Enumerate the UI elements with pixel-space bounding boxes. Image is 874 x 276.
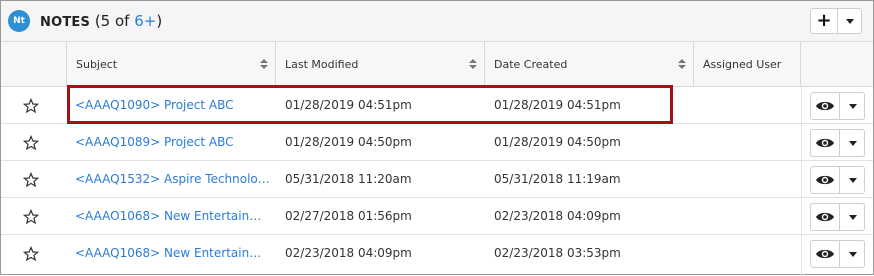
column-date-created-label: Date Created [494,58,568,71]
sort-icon[interactable] [260,59,268,71]
star-outline-icon[interactable] [23,246,39,262]
row-menu-button[interactable] [840,93,865,119]
row-action-group [810,203,865,231]
eye-icon[interactable] [815,210,835,224]
caret-down-icon [846,19,854,24]
caret-down-icon [848,141,857,146]
star-outline-icon[interactable] [23,98,39,114]
row-menu-button[interactable] [840,130,865,156]
subject-link[interactable]: <AAAQ1068> New Entertainmen... [75,235,270,272]
column-last-modified[interactable]: Last Modified [276,42,485,87]
eye-icon[interactable] [815,173,835,187]
column-date-created[interactable]: Date Created [485,42,694,87]
panel-header: Nt NOTES (5 of 6+) + [1,1,873,42]
last-modified-cell: 01/28/2019 04:50pm [285,135,412,149]
row-highlight-box [67,85,673,124]
eye-icon[interactable] [815,247,835,261]
subject-link[interactable]: <AAAQ1089> Project ABC [75,124,270,161]
panel-title: NOTES (5 of 6+) [40,12,162,30]
table-row: <AAAQ1532> Aspire Technologie... 05/31/2… [1,161,873,198]
row-action-group [810,166,865,194]
add-note-button[interactable]: + [811,9,837,33]
notes-panel: Nt NOTES (5 of 6+) + Subject Last Modifi… [0,0,874,276]
sort-icon[interactable] [469,59,477,71]
date-created-cell: 01/28/2019 04:50pm [494,135,621,149]
star-outline-icon[interactable] [23,209,39,225]
table-row: <AAAO1068> New Entertainmen... 02/27/201… [1,198,873,235]
date-created-cell: 02/23/2018 03:53pm [494,246,621,260]
row-menu-button[interactable] [840,204,865,230]
caret-down-icon [848,252,857,257]
eye-icon[interactable] [815,99,835,113]
row-menu-button[interactable] [840,241,865,267]
last-modified-cell: 05/31/2018 11:20am [285,172,412,186]
caret-down-icon [848,104,857,109]
table-row: <AAAQ1089> Project ABC 01/28/2019 04:50p… [1,124,873,161]
date-created-cell: 02/23/2018 04:09pm [494,209,621,223]
last-modified-cell: 02/23/2018 04:09pm [285,246,412,260]
header-button-group: + [810,8,862,34]
record-count-prefix: (5 of [90,12,135,30]
subject-link[interactable]: <AAAQ1532> Aspire Technologie... [75,161,270,198]
header-menu-button[interactable] [838,9,862,33]
row-menu-button[interactable] [840,167,865,193]
column-assigned-user[interactable]: Assigned User [694,42,801,87]
column-subject[interactable]: Subject [67,42,276,87]
table-row: <AAAQ1068> New Entertainmen... 02/23/201… [1,235,873,272]
last-modified-cell: 02/27/2018 01:56pm [285,209,412,223]
row-action-group [810,240,865,268]
table-header: Subject Last Modified Date Created Assig… [1,42,873,87]
caret-down-icon [848,215,857,220]
column-subject-label: Subject [76,58,118,71]
notes-badge-icon: Nt [8,10,30,32]
eye-icon[interactable] [815,136,835,150]
column-favorite [1,42,67,87]
subject-link[interactable]: <AAAO1068> New Entertainmen... [75,198,270,235]
row-action-group [810,92,865,120]
row-action-group [810,129,865,157]
date-created-cell: 05/31/2018 11:19am [494,172,621,186]
column-last-modified-label: Last Modified [285,58,359,71]
star-outline-icon[interactable] [23,172,39,188]
sort-icon[interactable] [678,59,686,71]
record-total-link[interactable]: 6+ [134,12,156,30]
panel-title-label: NOTES [40,15,91,30]
star-outline-icon[interactable] [23,135,39,151]
caret-down-icon [848,178,857,183]
column-assigned-user-label: Assigned User [703,58,782,71]
record-count-suffix: ) [156,12,163,30]
